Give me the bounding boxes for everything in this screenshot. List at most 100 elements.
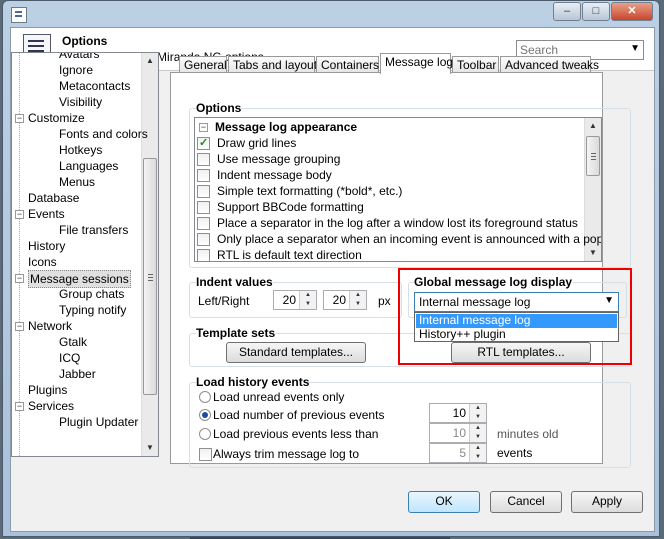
tab-tabs-and-layout[interactable]: Tabs and layout [228,56,317,73]
template-group-title: Template sets [196,326,276,340]
scroll-down-icon[interactable]: ▼ [142,440,158,456]
option-checkbox[interactable] [197,249,210,261]
log-display-select[interactable]: Internal message log ▼ [414,292,619,312]
option-checkbox[interactable] [197,217,210,230]
collapse-icon[interactable]: − [199,123,208,132]
left-right-label: Left/Right [198,294,250,308]
option-label: RTL is default text direction [217,248,362,262]
apply-button[interactable]: Apply [571,491,643,513]
tab-general[interactable]: General [179,56,227,73]
tree-item-label: ICQ [59,351,81,365]
tree-scrollbar[interactable]: ▲ ▼ [141,53,158,456]
radio-time[interactable] [199,428,211,440]
option-item[interactable]: Use message grouping [197,151,341,167]
scroll-thumb[interactable] [586,136,600,176]
spin-down-icon[interactable]: ▼ [470,433,486,442]
spin-down-icon[interactable]: ▼ [470,453,486,462]
tab-toolbar[interactable]: Toolbar [452,56,499,73]
spin-up-icon[interactable]: ▲ [350,291,366,300]
option-item[interactable]: Only place a separator when an incoming … [197,231,601,247]
rtl-templates-button[interactable]: RTL templates... [451,342,591,363]
spin-down-icon[interactable]: ▼ [300,300,316,309]
chevron-down-icon[interactable]: ▼ [604,295,614,306]
window-icon[interactable] [11,7,27,23]
tab-advanced-tweaks[interactable]: Advanced tweaks [500,56,599,73]
collapse-icon[interactable]: − [15,322,24,331]
spinner-buttons[interactable]: ▲ ▼ [469,444,486,462]
spinner-buttons[interactable]: ▲ ▼ [469,424,486,442]
global-log-title: Global message log display [414,275,573,289]
history-group-title: Load history events [196,375,310,389]
spin-up-icon[interactable]: ▲ [300,291,316,300]
radio-unread-label[interactable]: Load unread events only [213,390,344,404]
radio-time-label[interactable]: Load previous events less than [213,427,378,441]
maximize-button[interactable]: □ [582,2,610,21]
tree-item-label: Metacontacts [59,79,131,93]
spinner-buttons[interactable]: ▲ ▼ [299,291,316,309]
option-checkbox[interactable] [197,169,210,182]
trim-checkbox[interactable] [199,448,212,461]
title-bar[interactable]: – □ ✕ [3,1,659,27]
option-checkbox[interactable] [197,201,210,214]
radio-number-label[interactable]: Load number of previous events [213,408,384,422]
right-indent-value[interactable]: 20 [333,293,346,307]
trim-value[interactable]: 5 [459,446,466,460]
option-item[interactable]: Draw grid lines [197,135,296,151]
option-item[interactable]: RTL is default text direction [197,247,362,262]
indent-unit: px [378,294,391,308]
standard-templates-button[interactable]: Standard templates... [226,342,366,363]
collapse-icon[interactable]: − [15,274,24,283]
option-checkbox[interactable] [197,135,210,151]
option-checkbox[interactable] [197,185,210,198]
option-item[interactable]: Simple text formatting (*bold*, etc.) [197,183,402,199]
ok-button[interactable]: OK [408,491,480,513]
spinner-buttons[interactable]: ▲ ▼ [469,404,486,422]
spin-down-icon[interactable]: ▼ [470,413,486,422]
option-item[interactable]: Indent message body [197,167,332,183]
trim-spinner[interactable]: 5 ▲ ▼ [429,443,487,463]
log-display-dropdown[interactable]: Internal message log History++ plugin [414,312,619,342]
tree-item-label: Network [28,319,73,333]
cancel-button[interactable]: Cancel [490,491,562,513]
options-tree[interactable]: ▲ ▼ −ContactsAvatarsIgnoreMetacontactsVi… [11,52,159,457]
scroll-thumb[interactable] [143,158,157,395]
option-checkbox[interactable] [197,233,210,246]
spin-up-icon[interactable]: ▲ [470,424,486,433]
collapse-icon[interactable]: − [15,402,24,411]
tab-containers[interactable]: Containers [316,56,379,73]
tree-item-label: Avatars [59,52,100,61]
dropdown-option-internal[interactable]: Internal message log [416,314,617,328]
left-indent-spinner[interactable]: 20 ▲ ▼ [273,290,317,310]
spin-up-icon[interactable]: ▲ [470,444,486,453]
time-spinner[interactable]: 10 ▲ ▼ [429,423,487,443]
option-item[interactable]: Place a separator in the log after a win… [197,215,578,231]
time-value[interactable]: 10 [453,426,466,440]
number-events-value[interactable]: 10 [453,406,466,420]
spin-down-icon[interactable]: ▼ [350,300,366,309]
radio-unread[interactable] [199,391,211,403]
dropdown-option-historypp[interactable]: History++ plugin [416,328,617,342]
spinner-buttons[interactable]: ▲ ▼ [349,291,366,309]
left-indent-value[interactable]: 20 [283,293,296,307]
right-indent-spinner[interactable]: 20 ▲ ▼ [323,290,367,310]
trim-label[interactable]: Always trim message log to [213,447,359,461]
scroll-up-icon[interactable]: ▲ [142,53,158,69]
log-display-value[interactable]: Internal message log [419,295,530,309]
collapse-icon[interactable]: − [15,210,24,219]
minimize-button[interactable]: – [553,2,581,21]
collapse-icon[interactable]: − [15,114,24,123]
scroll-down-icon[interactable]: ▼ [585,245,601,261]
tree-item-label: Hotkeys [59,143,103,157]
spin-up-icon[interactable]: ▲ [470,404,486,413]
close-button[interactable]: ✕ [611,2,653,21]
option-checkbox[interactable] [197,153,210,166]
option-label: Use message grouping [217,152,341,166]
option-item[interactable]: Support BBCode formatting [197,199,364,215]
scroll-up-icon[interactable]: ▲ [585,118,601,134]
chevron-down-icon[interactable]: ▼ [630,43,640,54]
radio-number[interactable] [199,409,211,421]
page-title: Options [62,34,108,48]
number-events-spinner[interactable]: 10 ▲ ▼ [429,403,487,423]
message-log-options-list[interactable]: − Message log appearance ▲ ▼ Draw grid l… [194,117,602,262]
tab-message-log[interactable]: Message log [380,53,453,74]
